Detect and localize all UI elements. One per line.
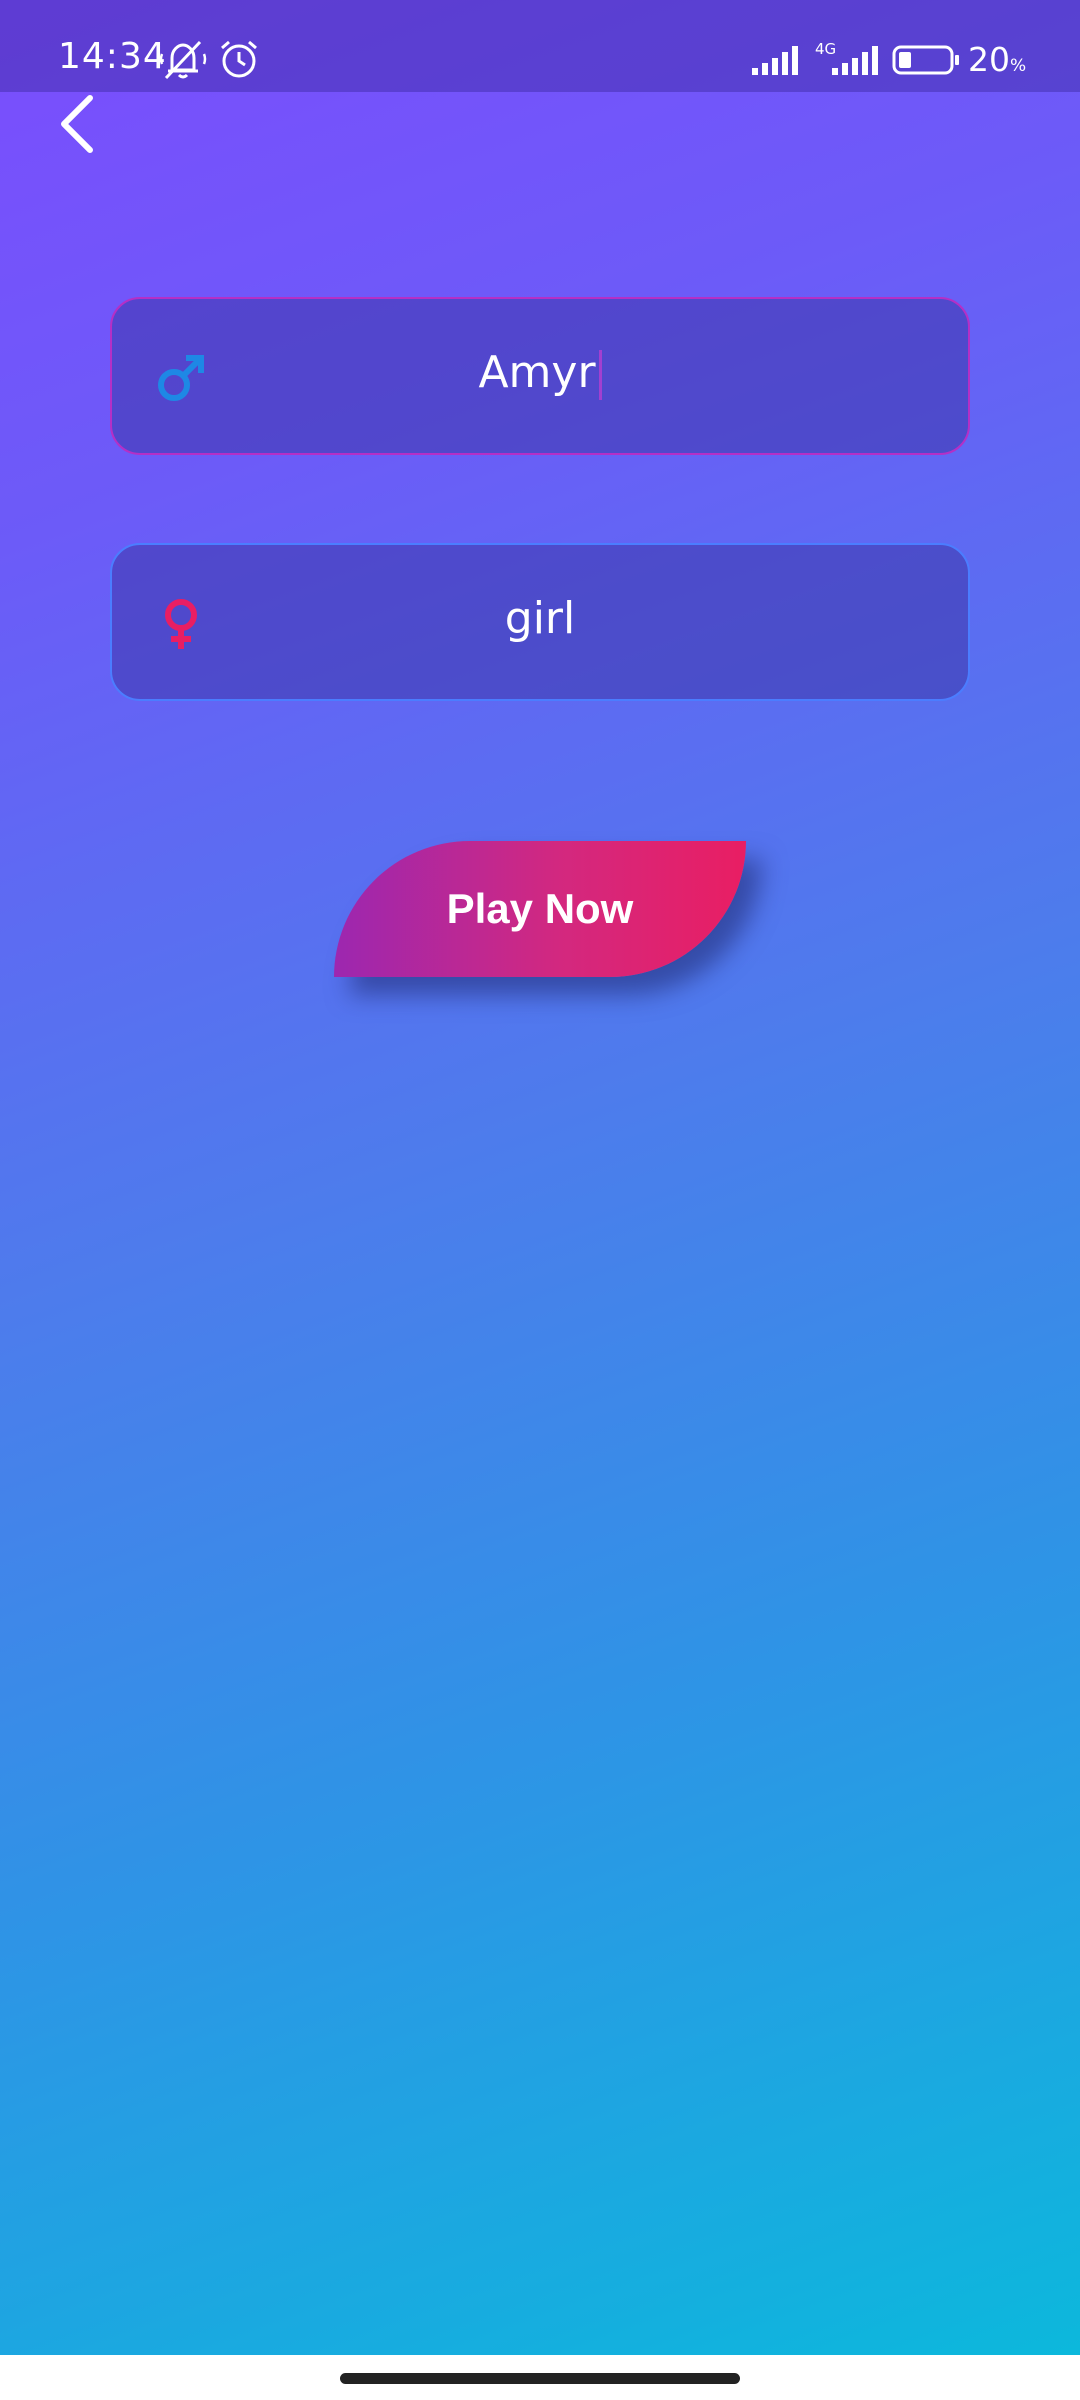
signal-strength-icon-secondary bbox=[832, 46, 878, 75]
battery-unit: % bbox=[1010, 56, 1027, 76]
navigation-bar bbox=[0, 2355, 1080, 2400]
game-setup-screen: 14:34 4G 20% Amyr girl Play Now bbox=[0, 0, 1080, 2355]
name-field[interactable]: Amyr bbox=[110, 297, 970, 455]
name-input-value: Amyr bbox=[478, 347, 596, 398]
back-arrow-icon[interactable] bbox=[52, 88, 108, 158]
battery-icon bbox=[892, 45, 959, 75]
status-time: 14:34 bbox=[58, 36, 167, 77]
name-input[interactable]: Amyr bbox=[112, 347, 968, 400]
gender-input[interactable]: girl bbox=[112, 593, 968, 644]
signal-strength-icon bbox=[752, 46, 798, 75]
gender-field[interactable]: girl bbox=[110, 543, 970, 701]
home-indicator[interactable] bbox=[340, 2373, 740, 2384]
play-now-button[interactable]: Play Now bbox=[334, 841, 746, 977]
text-cursor bbox=[598, 350, 602, 400]
alarm-clock-icon bbox=[221, 40, 257, 78]
bell-muted-icon bbox=[159, 40, 207, 80]
status-bar: 14:34 4G 20% bbox=[0, 0, 1080, 92]
battery-value: 20 bbox=[968, 40, 1010, 79]
battery-percentage: 20% bbox=[968, 40, 1026, 79]
